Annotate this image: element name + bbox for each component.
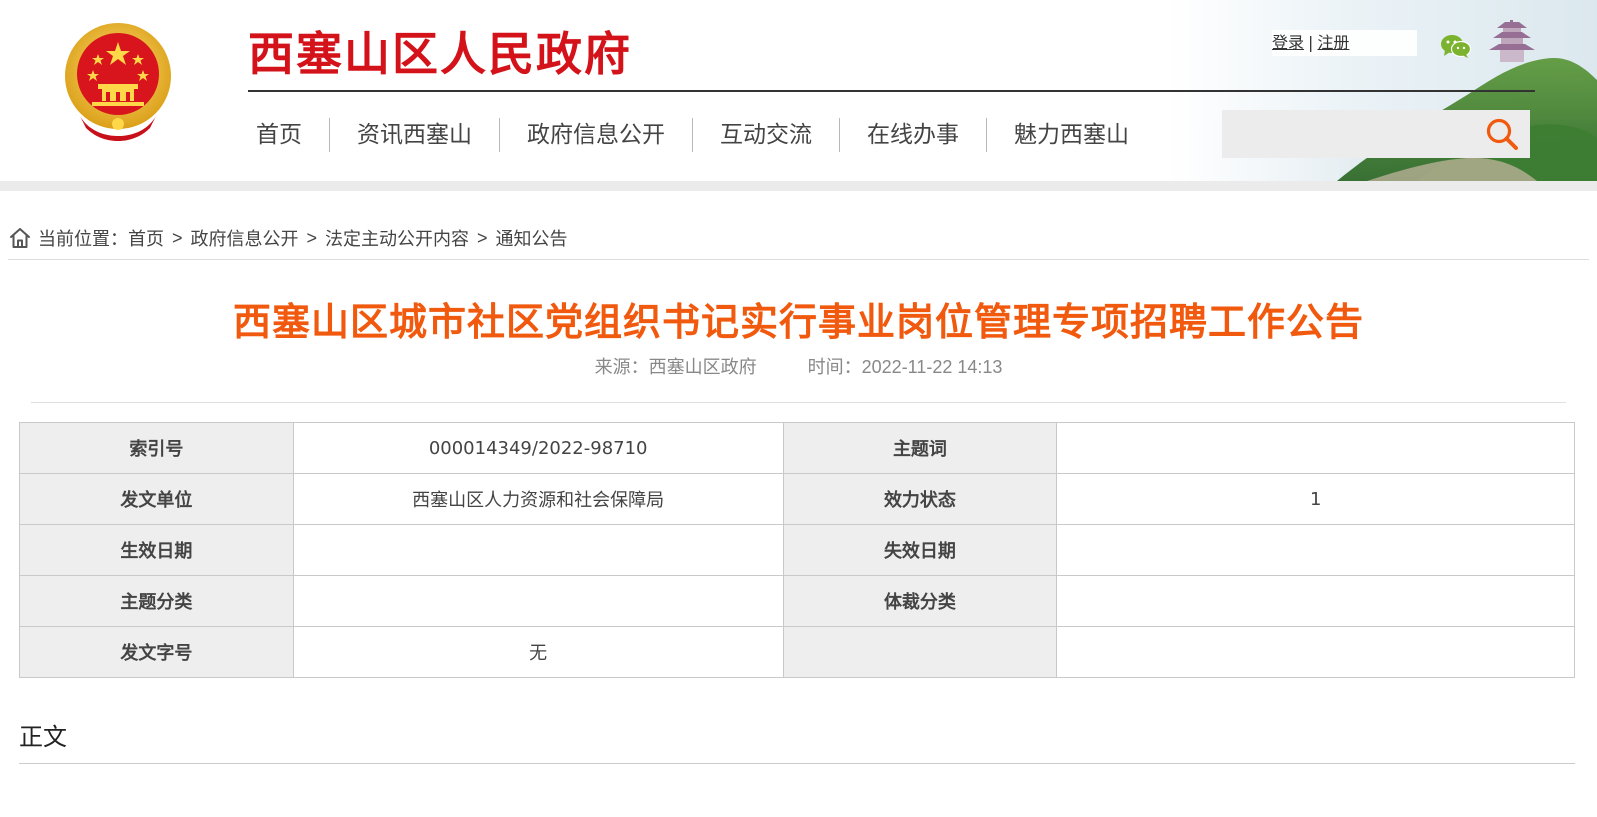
article-title: 西塞山区城市社区党组织书记实行事业岗位管理专项招聘工作公告 xyxy=(232,300,1364,344)
breadcrumb-divider xyxy=(8,259,1589,260)
home-icon xyxy=(10,228,30,248)
search-icon xyxy=(1486,118,1518,150)
article-source: 来源：西塞山区政府 xyxy=(594,357,757,377)
meta-divider xyxy=(31,402,1566,403)
breadcrumb-separator: > xyxy=(477,227,488,248)
wechat-icon[interactable] xyxy=(1440,34,1472,58)
body-heading: 正文 xyxy=(19,723,67,751)
site-header: 西塞山区人民政府 登录 | 注册 首页 资讯西塞山 政府信息公开 互动交流 在线办事… xyxy=(0,0,1597,181)
site-title[interactable]: 西塞山区人民政府 xyxy=(248,24,632,84)
nav-item-interaction[interactable]: 互动交流 xyxy=(693,118,840,152)
table-key: 发文字号 xyxy=(19,626,294,678)
nav-item-news[interactable]: 资讯西塞山 xyxy=(330,118,500,152)
table-value xyxy=(292,524,784,576)
header-divider xyxy=(248,90,1535,92)
table-key: 效力状态 xyxy=(782,473,1058,525)
breadcrumb-gov-info[interactable]: 政府信息公开 xyxy=(191,225,299,251)
article-time: 时间：2022-11-22 14:13 xyxy=(807,357,1003,377)
breadcrumb-separator: > xyxy=(172,227,183,248)
breadcrumb-notices[interactable]: 通知公告 xyxy=(496,225,568,251)
table-row: 生效日期 失效日期 xyxy=(19,524,1575,576)
main-nav: 首页 资讯西塞山 政府信息公开 互动交流 在线办事 魅力西塞山 xyxy=(248,112,1156,158)
search-button[interactable] xyxy=(1474,110,1530,158)
article-meta: 来源：西塞山区政府 时间：2022-11-22 14:13 xyxy=(0,353,1597,381)
table-value: 1 xyxy=(1056,473,1575,525)
table-row: 索引号 000014349/2022-98710 主题词 xyxy=(19,422,1575,474)
national-emblem-icon xyxy=(65,23,171,141)
table-key: 发文单位 xyxy=(19,473,294,525)
table-value xyxy=(1056,422,1575,474)
nav-item-home[interactable]: 首页 xyxy=(248,118,330,152)
table-row: 发文字号 无 xyxy=(19,626,1575,678)
breadcrumb-statutory-content[interactable]: 法定主动公开内容 xyxy=(325,225,469,251)
register-link[interactable]: 注册 xyxy=(1317,35,1349,52)
table-value xyxy=(292,575,784,627)
login-link[interactable]: 登录 xyxy=(1272,35,1304,52)
table-row: 主题分类 体裁分类 xyxy=(19,575,1575,627)
search-box xyxy=(1222,110,1530,158)
breadcrumb: 当前位置： 首页 > 政府信息公开 > 法定主动公开内容 > 通知公告 xyxy=(8,224,568,252)
document-info-table: 索引号 000014349/2022-98710 主题词 发文单位 西塞山区人力… xyxy=(19,422,1575,678)
table-key: 体裁分类 xyxy=(782,575,1058,627)
search-input[interactable] xyxy=(1222,110,1474,158)
table-value: 西塞山区人力资源和社会保障局 xyxy=(292,473,784,525)
nav-item-online-service[interactable]: 在线办事 xyxy=(840,118,987,152)
breadcrumb-home[interactable]: 首页 xyxy=(128,225,164,251)
breadcrumb-prefix: 当前位置： xyxy=(38,229,128,249)
header-bottom-band xyxy=(0,181,1597,191)
table-key xyxy=(782,626,1058,678)
auth-separator: | xyxy=(1308,33,1314,52)
body-divider xyxy=(19,763,1575,764)
table-key: 主题分类 xyxy=(19,575,294,627)
nav-item-charm[interactable]: 魅力西塞山 xyxy=(987,118,1156,152)
table-key: 索引号 xyxy=(19,422,294,474)
table-value xyxy=(1056,524,1575,576)
table-value: 无 xyxy=(292,626,784,678)
table-key: 生效日期 xyxy=(19,524,294,576)
table-value: 000014349/2022-98710 xyxy=(292,422,784,474)
breadcrumb-separator: > xyxy=(306,227,318,248)
table-value xyxy=(1056,626,1575,678)
table-row: 发文单位 西塞山区人力资源和社会保障局 效力状态 1 xyxy=(19,473,1575,525)
table-key: 主题词 xyxy=(782,422,1058,474)
table-value xyxy=(1056,575,1575,627)
auth-links: 登录 | 注册 xyxy=(1272,30,1417,56)
nav-item-gov-info[interactable]: 政府信息公开 xyxy=(500,118,693,152)
table-key: 失效日期 xyxy=(782,524,1058,576)
